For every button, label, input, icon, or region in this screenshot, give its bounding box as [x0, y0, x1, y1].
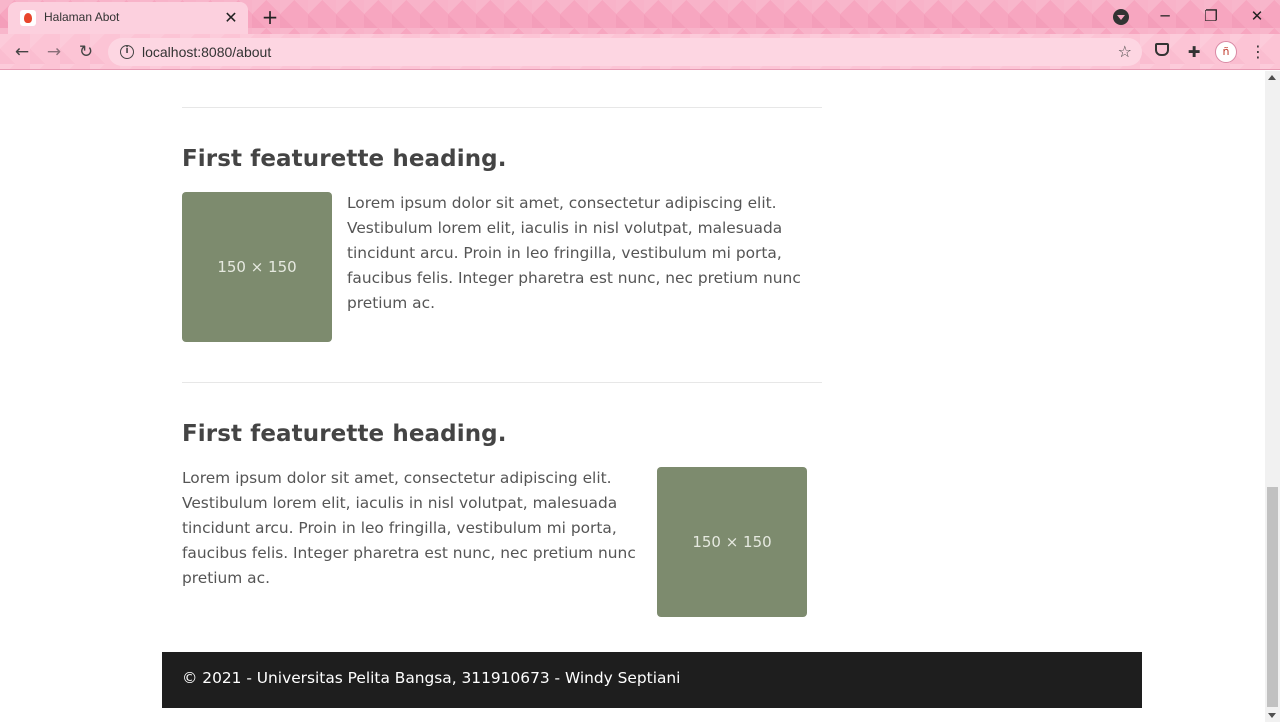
scroll-down-arrow-icon[interactable]: [1268, 713, 1276, 718]
address-bar[interactable]: i localhost:8080/about ☆: [108, 38, 1142, 66]
extensions-puzzle-icon[interactable]: ✚: [1184, 42, 1204, 62]
featurette-divider: [182, 107, 822, 108]
footer-copyright: © 2021 - Universitas Pelita Bangsa, 3119…: [182, 669, 681, 687]
tab-search-icon[interactable]: [1113, 9, 1129, 25]
browser-tab-strip: Halaman Abot ✕ + ─ ❐ ✕: [0, 0, 1280, 34]
tab-title: Halaman Abot: [44, 10, 120, 24]
restore-button[interactable]: ❐: [1196, 4, 1226, 28]
minimize-button[interactable]: ─: [1150, 4, 1180, 28]
featurette-text: Lorem ipsum dolor sit amet, consectetur …: [347, 194, 801, 312]
site-info-icon[interactable]: i: [120, 45, 134, 59]
browser-toolbar: ← → ↻ i localhost:8080/about ☆ ✚ ñ ⋮: [0, 34, 1280, 70]
bookmark-star-icon[interactable]: ☆: [1118, 42, 1132, 62]
featurette-heading: First featurette heading.: [182, 146, 507, 172]
close-window-button[interactable]: ✕: [1242, 4, 1272, 28]
scroll-up-arrow-icon[interactable]: [1268, 75, 1276, 80]
reload-icon[interactable]: ↻: [74, 40, 98, 64]
back-arrow-icon[interactable]: ←: [10, 40, 34, 64]
page-viewport: First featurette heading. 150 × 150 Lore…: [0, 71, 1265, 722]
flame-favicon-icon: [20, 10, 36, 26]
profile-avatar[interactable]: ñ: [1215, 41, 1237, 63]
browser-menu-icon[interactable]: ⋮: [1250, 42, 1266, 62]
vertical-scrollbar[interactable]: [1265, 71, 1280, 722]
tab-close-icon[interactable]: ✕: [222, 9, 240, 27]
forward-arrow-icon[interactable]: →: [42, 40, 66, 64]
featurette-heading: First featurette heading.: [182, 421, 507, 447]
pocket-extension-icon[interactable]: [1152, 42, 1172, 62]
scrollbar-thumb[interactable]: [1267, 487, 1278, 707]
featurette-divider: [182, 382, 822, 383]
placeholder-image: 150 × 150: [657, 467, 807, 617]
new-tab-button[interactable]: +: [258, 6, 282, 28]
browser-tab-active[interactable]: Halaman Abot ✕: [8, 2, 248, 34]
featurette-text: Lorem ipsum dolor sit amet, consectetur …: [182, 469, 636, 587]
url-text[interactable]: localhost:8080/about: [142, 44, 271, 60]
page-footer: © 2021 - Universitas Pelita Bangsa, 3119…: [162, 652, 1142, 708]
placeholder-image: 150 × 150: [182, 192, 332, 342]
